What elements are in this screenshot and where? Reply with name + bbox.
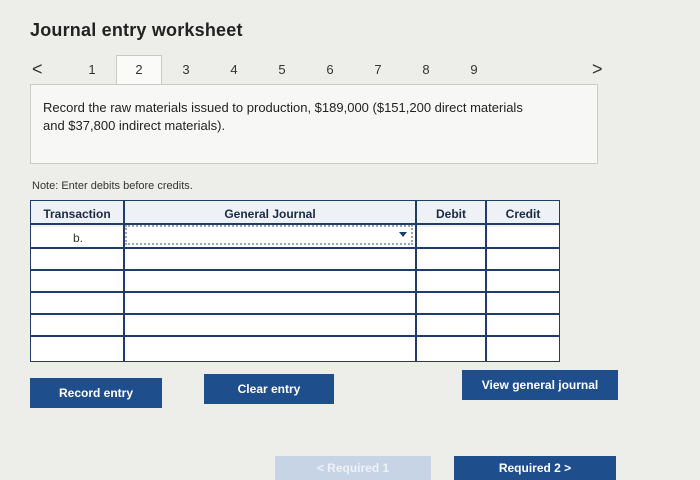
tab-4[interactable]: 4 bbox=[212, 56, 256, 84]
worksheet-title: Journal entry worksheet bbox=[30, 20, 243, 40]
tab-8[interactable]: 8 bbox=[404, 56, 448, 84]
debit-credit-note: Note: Enter debits before credits. bbox=[32, 180, 193, 192]
dropdown-arrow-icon[interactable] bbox=[399, 232, 407, 237]
tab-1[interactable]: 1 bbox=[70, 56, 114, 84]
tab-7[interactable]: 7 bbox=[356, 56, 400, 84]
row-divider bbox=[31, 291, 559, 293]
row-divider bbox=[31, 335, 559, 337]
tab-9[interactable]: 9 bbox=[452, 56, 496, 84]
column-divider bbox=[485, 201, 487, 361]
required-2-button[interactable]: Required 2 > bbox=[454, 456, 616, 480]
tab-6[interactable]: 6 bbox=[308, 56, 352, 84]
instruction-panel: Record the raw materials issued to produ… bbox=[30, 84, 598, 164]
record-entry-button[interactable]: Record entry bbox=[30, 378, 162, 408]
tab-next-chevron-icon[interactable]: > bbox=[592, 56, 603, 82]
tab-5[interactable]: 5 bbox=[260, 56, 304, 84]
row-divider bbox=[31, 247, 559, 249]
account-select[interactable] bbox=[125, 225, 413, 245]
entry-tabs: < 1 2 3 4 5 6 7 8 9 > bbox=[30, 55, 620, 86]
instruction-text: Record the raw materials issued to produ… bbox=[43, 100, 523, 133]
required-1-button[interactable]: < Required 1 bbox=[275, 456, 431, 480]
column-divider bbox=[415, 201, 417, 361]
tab-2[interactable]: 2 bbox=[116, 55, 162, 86]
view-general-journal-button[interactable]: View general journal bbox=[462, 370, 618, 400]
clear-entry-button[interactable]: Clear entry bbox=[204, 374, 334, 404]
journal-entry-table: Transaction General Journal Debit Credit… bbox=[30, 200, 560, 362]
row-divider bbox=[31, 269, 559, 271]
tab-3[interactable]: 3 bbox=[164, 56, 208, 84]
tab-prev-chevron-icon[interactable]: < bbox=[32, 56, 43, 82]
row-divider bbox=[31, 313, 559, 315]
